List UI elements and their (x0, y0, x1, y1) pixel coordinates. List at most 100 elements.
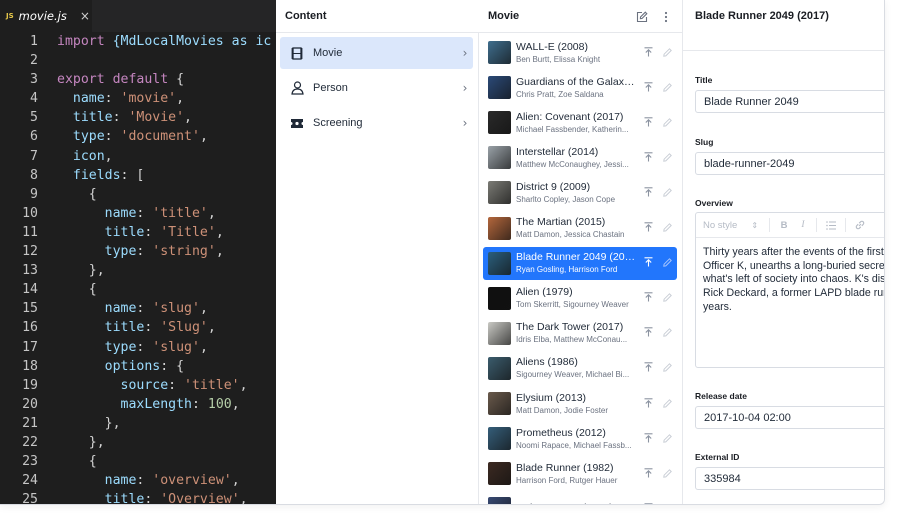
code-line[interactable]: 6 type: 'document', (0, 127, 276, 146)
edit-pencil-icon[interactable] (663, 289, 672, 307)
code-line[interactable]: 16 title: 'Slug', (0, 318, 276, 337)
movie-cast: Ben Burtt, Elissa Knight (516, 54, 601, 64)
code-line[interactable]: 5 title: 'Movie', (0, 108, 276, 127)
release-date-field[interactable]: 2017-10-04 02:00 (695, 406, 884, 429)
movie-list-item[interactable]: Aliens (1986) Sigourney Weaver, Michael B… (483, 352, 677, 385)
overview-text[interactable]: Thirty years after the events of the fir… (696, 238, 884, 315)
bullet-list-icon[interactable] (821, 220, 841, 230)
code-line[interactable]: 21 }, (0, 414, 276, 433)
code-line[interactable]: 20 maxLength: 100, (0, 395, 276, 414)
code-line[interactable]: 24 name: 'overview', (0, 471, 276, 490)
code-area[interactable]: 1 import {MdLocalMovies as ic 2 3 export def… (0, 32, 276, 504)
code-line[interactable]: 7 icon, (0, 147, 276, 166)
edit-pencil-icon[interactable] (663, 359, 672, 377)
code-line[interactable]: 23 { (0, 452, 276, 471)
publish-icon[interactable] (644, 254, 653, 272)
code-line[interactable]: 19 source: 'title', (0, 376, 276, 395)
movie-list-item[interactable]: Alien (1979) Tom Skerritt, Sigourney Weav… (483, 282, 677, 315)
code-line[interactable]: 13 }, (0, 261, 276, 280)
code-line[interactable]: 8 fields: [ (0, 166, 276, 185)
more-vertical-icon[interactable] (658, 9, 674, 25)
edit-pencil-icon[interactable] (663, 149, 672, 167)
editor-tab-movie-js[interactable]: JS movie.js × (0, 0, 92, 32)
edit-pencil-icon[interactable] (663, 114, 672, 132)
movie-list-item[interactable]: Blade Runner (1982) Harrison Ford, Rutger… (483, 457, 677, 490)
edit-pencil-icon[interactable] (663, 44, 672, 62)
publish-icon[interactable] (644, 324, 653, 342)
link-icon[interactable] (850, 220, 870, 230)
code-line[interactable]: 9 { (0, 185, 276, 204)
compose-icon[interactable] (634, 9, 650, 25)
code-line[interactable]: 1 import {MdLocalMovies as ic (0, 32, 276, 51)
code-line[interactable]: 14 { (0, 280, 276, 299)
movie-list-item[interactable]: Galaxy Quest (1999) (483, 492, 677, 504)
code-token: : (136, 244, 153, 260)
code-token: icon (57, 148, 105, 164)
title-field[interactable]: Blade Runner 2049 (695, 90, 884, 113)
close-icon[interactable]: × (80, 9, 90, 23)
edit-pencil-icon[interactable] (663, 465, 672, 483)
edit-pencil-icon[interactable] (663, 184, 672, 202)
code-token: { (57, 282, 97, 298)
edit-pencil-icon[interactable] (663, 219, 672, 237)
edit-pencil-icon[interactable] (663, 395, 672, 413)
code-editor[interactable]: JS movie.js × 1 import {MdLocalMovies as … (0, 0, 276, 504)
publish-icon[interactable] (644, 430, 653, 448)
code-line[interactable]: 3 export default { (0, 70, 276, 89)
movie-list-item[interactable]: Alien: Covenant (2017) Michael Fassbender… (483, 106, 677, 139)
movie-list-item[interactable]: Blade Runner 2049 (2017) Ryan Gosling, Ha… (483, 246, 677, 280)
publish-icon[interactable] (644, 114, 653, 132)
edit-pencil-icon[interactable] (663, 500, 672, 504)
movie-list-item[interactable]: District 9 (2009) Sharlto Copley, Jason C… (483, 176, 677, 209)
edit-pencil-icon[interactable] (663, 430, 672, 448)
nav-item-movie[interactable]: Movie › (280, 37, 473, 69)
code-line[interactable]: 4 name: 'movie', (0, 89, 276, 108)
publish-icon[interactable] (644, 395, 653, 413)
movie-list-item[interactable]: Interstellar (2014) Matthew McConaughey, … (483, 141, 677, 174)
publish-icon[interactable] (644, 149, 653, 167)
publish-icon[interactable] (644, 465, 653, 483)
publish-icon[interactable] (644, 184, 653, 202)
code-line[interactable]: 22 }, (0, 433, 276, 452)
publish-icon[interactable] (644, 359, 653, 377)
nav-item-label: Screening (313, 117, 363, 129)
code-line[interactable]: 15 name: 'slug', (0, 299, 276, 318)
movie-list-item[interactable]: Prometheus (2012) Noomi Rapace, Michael F… (483, 422, 677, 455)
code-token: : { (160, 358, 185, 374)
code-line[interactable]: 12 type: 'string', (0, 242, 276, 261)
movie-cast: Michael Fassbender, Katherin... (516, 124, 629, 134)
movie-list-item[interactable]: WALL-E (2008) Ben Burtt, Elissa Knight (483, 36, 677, 69)
publish-icon[interactable] (644, 500, 653, 504)
nav-item-person[interactable]: Person › (280, 72, 473, 104)
movie-list-item[interactable]: The Martian (2015) Matt Damon, Jessica Ch… (483, 212, 677, 245)
overview-editor[interactable]: No style ⇕ B I Thirty years after the ev… (695, 212, 884, 368)
code-line[interactable]: 11 title: 'Title', (0, 223, 276, 242)
nav-item-screening[interactable]: Screening › (280, 107, 473, 139)
movie-text: WALL-E (2008) Ben Burtt, Elissa Knight (516, 41, 639, 65)
publish-icon[interactable] (644, 219, 653, 237)
code-line[interactable]: 18 options: { (0, 357, 276, 376)
edit-pencil-icon[interactable] (663, 79, 672, 97)
italic-icon[interactable]: I (794, 220, 812, 230)
code-line[interactable]: 17 type: 'slug', (0, 338, 276, 357)
movie-list-item[interactable]: Guardians of the Galaxy ... Chris Pratt, … (483, 71, 677, 104)
code-token: : [ (120, 167, 145, 183)
edit-pencil-icon[interactable] (663, 324, 672, 342)
document-pane: Blade Runner 2049 (2017) Title Blade Run… (683, 0, 884, 504)
line-number: 20 (22, 396, 38, 412)
code-line[interactable]: 25 title: 'Overview', (0, 490, 276, 504)
publish-icon[interactable] (644, 44, 653, 62)
code-line[interactable]: 2 (0, 51, 276, 70)
external-id-field[interactable]: 335984 (695, 467, 884, 490)
slug-field[interactable]: blade-runner-2049 (695, 152, 884, 175)
movie-title: Galaxy Quest (1999) (516, 502, 639, 504)
publish-icon[interactable] (644, 289, 653, 307)
publish-icon[interactable] (644, 79, 653, 97)
bold-icon[interactable]: B (774, 220, 794, 231)
code-line[interactable]: 10 name: 'title', (0, 204, 276, 223)
movie-list-item[interactable]: Elysium (2013) Matt Damon, Jodie Foster (483, 387, 677, 420)
text-style-select[interactable]: No style ⇕ (703, 220, 765, 231)
movie-list-item[interactable]: The Dark Tower (2017) Idris Elba, Matthew… (483, 317, 677, 350)
code-token: 'movie' (120, 91, 177, 107)
edit-pencil-icon[interactable] (663, 254, 672, 272)
